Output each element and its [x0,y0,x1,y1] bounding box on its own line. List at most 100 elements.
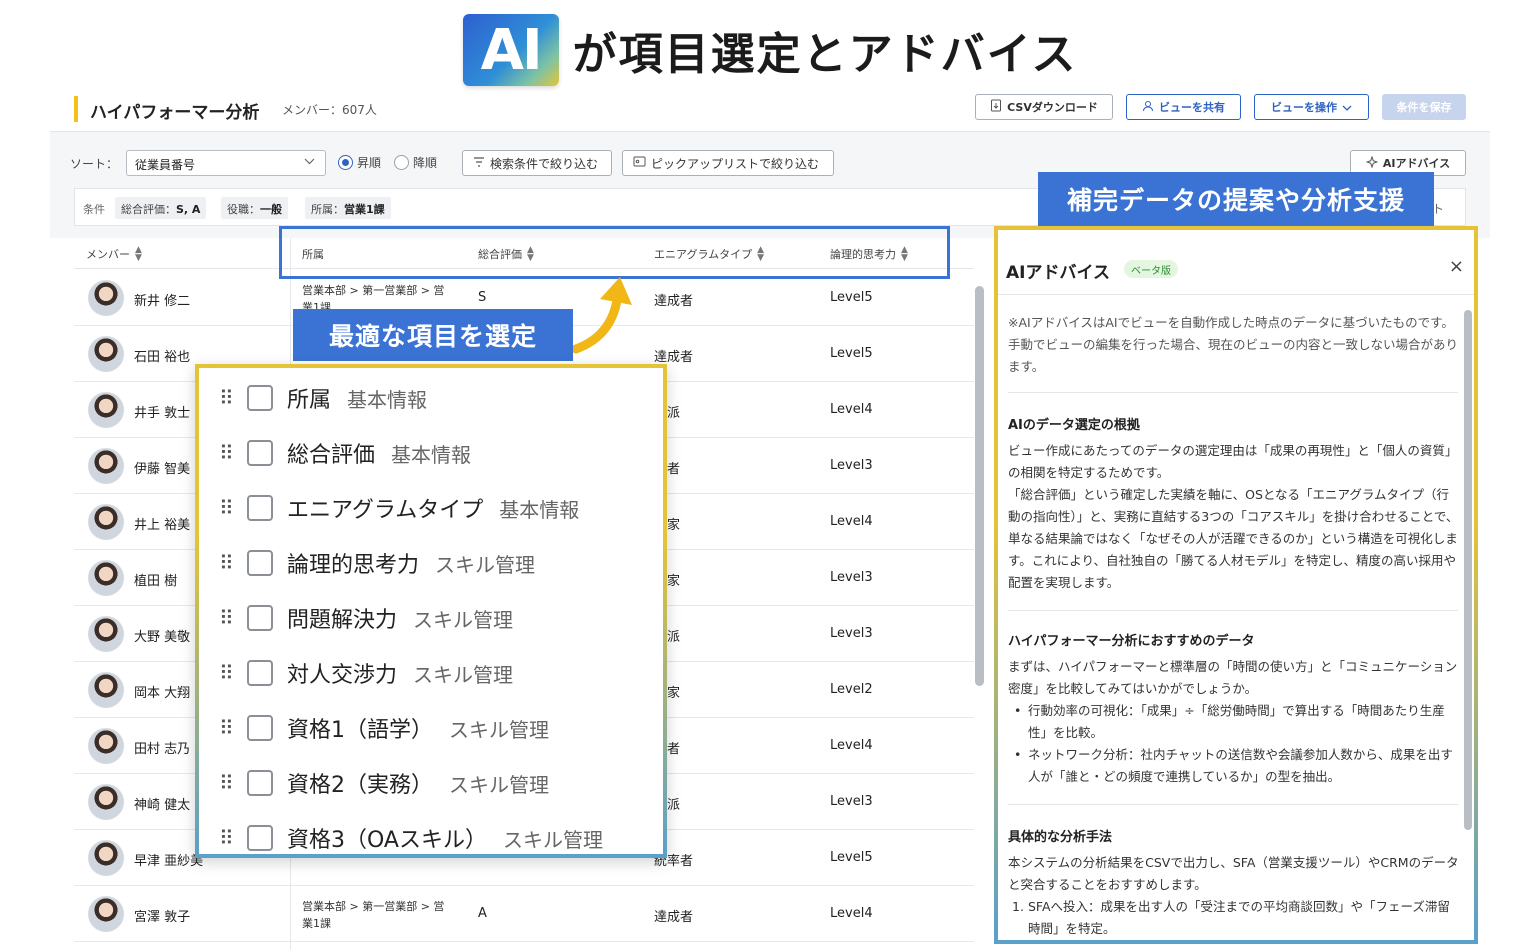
operate-view-button[interactable]: ビューを操作 [1254,94,1369,120]
list-item: 行動効率の可視化：「成果」÷「総労働時間」で算出する「時間あたり生産性」を比較。 [1008,700,1460,744]
column-option-checkbox[interactable] [247,385,273,411]
column-option-checkbox[interactable] [247,495,273,521]
column-option-name: 資格1（語学） [287,718,433,743]
column-option[interactable]: ⠿ 問題解決力 スキル管理 [219,598,513,638]
panel-header-divider [998,294,1474,295]
column-option[interactable]: ⠿ 資格1（語学） スキル管理 [219,708,549,748]
column-option-checkbox[interactable] [247,715,273,741]
recommended-list: 行動効率の可視化：「成果」÷「総労働時間」で算出する「時間あたり生産性」を比較。… [1008,700,1460,788]
condition-chip-role[interactable]: 役職：一般 [221,197,288,219]
column-option-category: スキル管理 [435,552,536,577]
operate-view-label: ビューを操作 [1271,101,1337,114]
sort-icon: ▲ ▼ [135,245,142,263]
column-option[interactable]: ⠿ 資格2（実務） スキル管理 [219,763,549,803]
column-picker-popup: ⠿ 所属 基本情報 ⠿ 総合評価 基本情報 ⠿ エニアグラムタイプ 基本情報 ⠿ 論理的思考力 スキル… [195,364,667,858]
cell-enneagram: 達成者 [654,910,694,925]
member-name: 井上 裕美 [134,518,191,533]
drag-handle-icon[interactable]: ⠿ [219,608,234,628]
cell-logic: Level3 [830,570,873,585]
share-view-button[interactable]: ビューを共有 [1126,94,1241,120]
radio-descending-dot[interactable] [394,155,409,170]
avatar [88,392,124,428]
column-option-checkbox[interactable] [247,550,273,576]
drag-handle-icon[interactable]: ⠿ [219,828,234,848]
column-option[interactable]: ⠿ 対人交渉力 スキル管理 [219,653,513,693]
section-divider [1008,804,1458,805]
chip-key: 所属： [311,203,344,216]
column-option-name: 資格3（OAスキル） [287,828,487,853]
close-icon[interactable]: × [1449,256,1464,277]
search-filter-button[interactable]: 検索条件で絞り込む [462,150,612,176]
list-item: SFAへ投入：成果を出す人の「受注までの平均商談回数」や「フェーズ滞留時間」を特… [1008,896,1460,940]
member-name: 大野 美敬 [134,630,191,645]
column-option-checkbox[interactable] [247,440,273,466]
chip-value: S, A [176,203,201,216]
cell-logic: Level2 [830,682,873,697]
chip-value: 一般 [260,203,282,216]
column-option[interactable]: ⠿ エニアグラムタイプ 基本情報 [219,488,579,528]
drag-handle-icon[interactable]: ⠿ [219,663,234,683]
drag-handle-icon[interactable]: ⠿ [219,553,234,573]
column-option-checkbox[interactable] [247,825,273,851]
radio-ascending-dot[interactable] [338,155,353,170]
section-title-methods: 具体的な分析手法 [1008,830,1113,845]
section-title-rationale: AIのデータ選定の根拠 [1008,418,1140,433]
rationale-paragraph-2: 「総合評価」という確定した実績を軸に、OSとなる「エニアグラムタイプ（行動の指向… [1008,487,1459,590]
sort-select[interactable]: 従業員番号 [126,150,326,176]
recommended-paragraph: まずは、ハイパフォーマーと標準層の「時間の使い方」と「コミュニケーション密度」を… [1008,659,1458,696]
column-option[interactable]: ⠿ 論理的思考力 スキル管理 [219,543,535,583]
member-name: 神崎 健太 [134,798,191,813]
csv-download-label: CSVダウンロード [1007,101,1098,114]
member-name: 宮澤 敦子 [134,910,191,925]
drag-handle-icon[interactable]: ⠿ [219,388,234,408]
column-option-checkbox[interactable] [247,660,273,686]
cell-logic: Level4 [830,402,873,417]
column-header-member[interactable]: メンバー ▲ ▼ [86,245,142,263]
avatar [88,616,124,652]
member-name: 井手 敦士 [134,406,191,421]
pickup-filter-button[interactable]: ピックアップリストで絞り込む [622,150,834,176]
ai-advice-button-label: AIアドバイス [1382,157,1451,170]
column-option-name: 論理的思考力 [287,553,420,578]
radio-ascending[interactable]: 昇順 [338,154,381,171]
save-conditions-button[interactable]: 条件を保存 [1382,94,1466,120]
avatar [88,840,124,876]
member-name: 新井 修二 [134,294,191,309]
column-option-checkbox[interactable] [247,605,273,631]
section-divider [1008,392,1458,393]
cell-logic: Level4 [830,738,873,753]
radio-descending-label: 降順 [413,156,438,170]
condition-chip-dept[interactable]: 所属：営業1課 [305,197,391,219]
sort-label: ソート： [70,157,119,171]
radio-descending[interactable]: 降順 [394,154,437,171]
column-option-category: 基本情報 [499,497,580,522]
avatar [88,336,124,372]
cell-logic: Level3 [830,458,873,473]
panel-scrollbar[interactable] [1464,310,1472,830]
chevron-down-icon [1342,101,1352,114]
condition-chip-eval[interactable]: 総合評価：S, A [115,197,207,219]
drag-handle-icon[interactable]: ⠿ [219,718,234,738]
drag-handle-icon[interactable]: ⠿ [219,773,234,793]
csv-download-button[interactable]: CSVダウンロード [975,94,1113,120]
column-option-checkbox[interactable] [247,770,273,796]
table-scrollbar[interactable] [975,286,984,686]
column-option[interactable]: ⠿ 資格3（OAスキル） スキル管理 [219,818,603,858]
drag-handle-icon[interactable]: ⠿ [219,498,234,518]
column-option[interactable]: ⠿ 総合評価 基本情報 [219,433,471,473]
user-icon [1142,100,1154,115]
drag-handle-icon[interactable]: ⠿ [219,443,234,463]
chip-value: 営業1課 [344,203,385,216]
sparkle-icon [1365,154,1379,171]
cell-logic: Level4 [830,906,873,921]
member-name: 伊藤 智美 [134,462,191,477]
column-option-category: スキル管理 [449,772,549,797]
column-option-name: 総合評価 [287,443,376,468]
column-option-category: スキル管理 [449,717,549,742]
table-row[interactable]: 宮澤 敦子 営業本部 > 第一営業部 > 営業1課 A 達成者 Level4 [74,886,974,942]
hero-banner: AI が項目選定とアドバイス [0,12,1540,88]
column-option-category: 基本情報 [347,387,428,412]
ai-panel-note: ※AIアドバイスはAIでビューを自動作成した時点のデータに基づいたものです。手動… [1008,315,1459,374]
member-name: 岡本 大翔 [134,686,191,701]
column-option[interactable]: ⠿ 所属 基本情報 [219,378,427,418]
